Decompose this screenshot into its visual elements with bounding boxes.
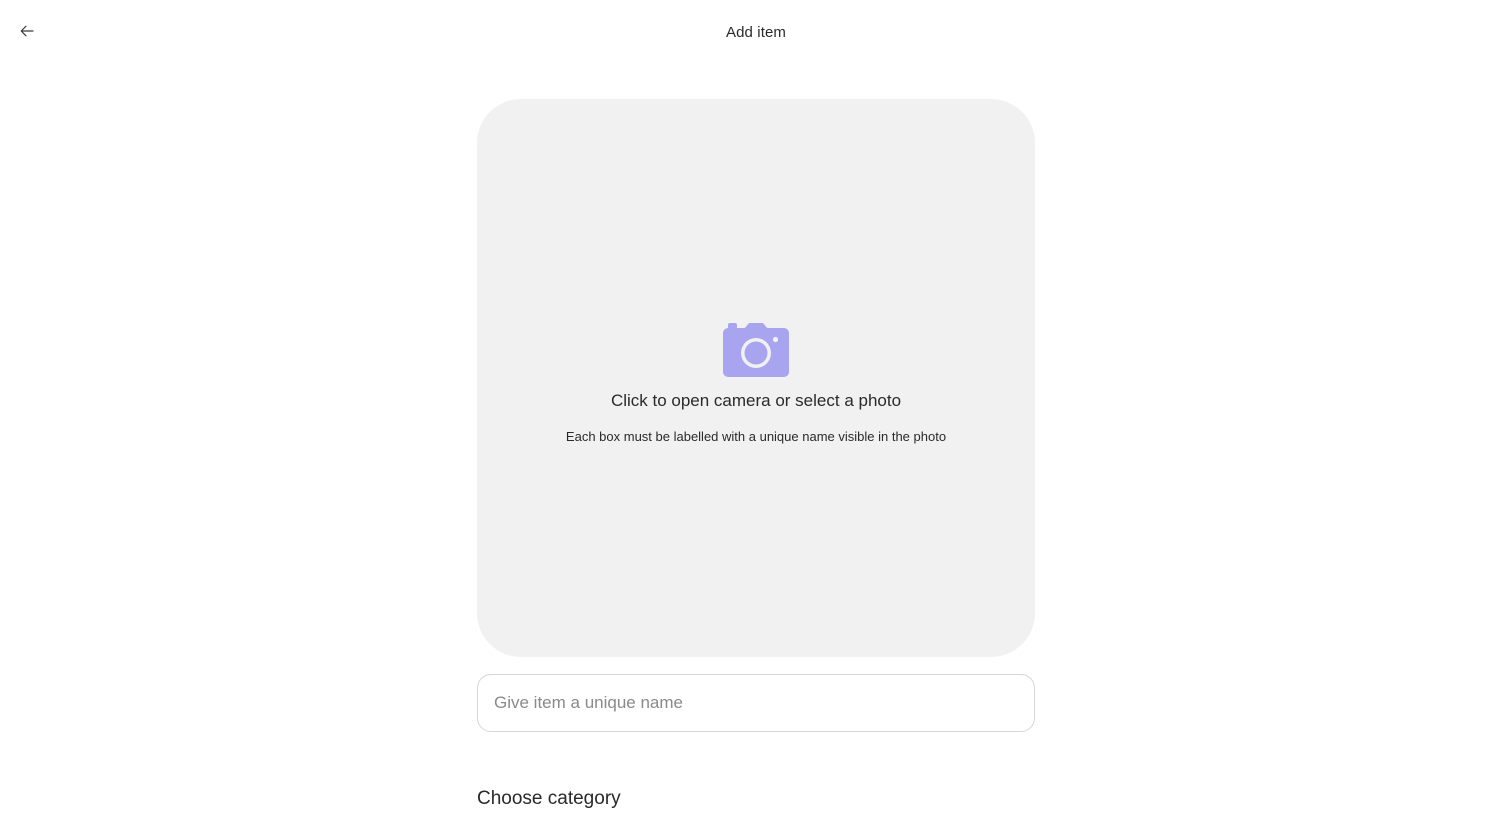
photo-upload-hint: Each box must be labelled with a unique … xyxy=(565,429,947,444)
choose-category-heading: Choose category xyxy=(477,788,621,809)
add-item-page: Add item Click to open camera or select … xyxy=(0,0,1512,814)
camera-icon xyxy=(723,323,789,377)
page-title: Add item xyxy=(726,24,786,41)
photo-upload-title: Click to open camera or select a photo xyxy=(610,391,902,410)
photo-upload-area[interactable]: Click to open camera or select a photo E… xyxy=(477,99,1035,657)
item-name-input[interactable] xyxy=(477,674,1035,732)
